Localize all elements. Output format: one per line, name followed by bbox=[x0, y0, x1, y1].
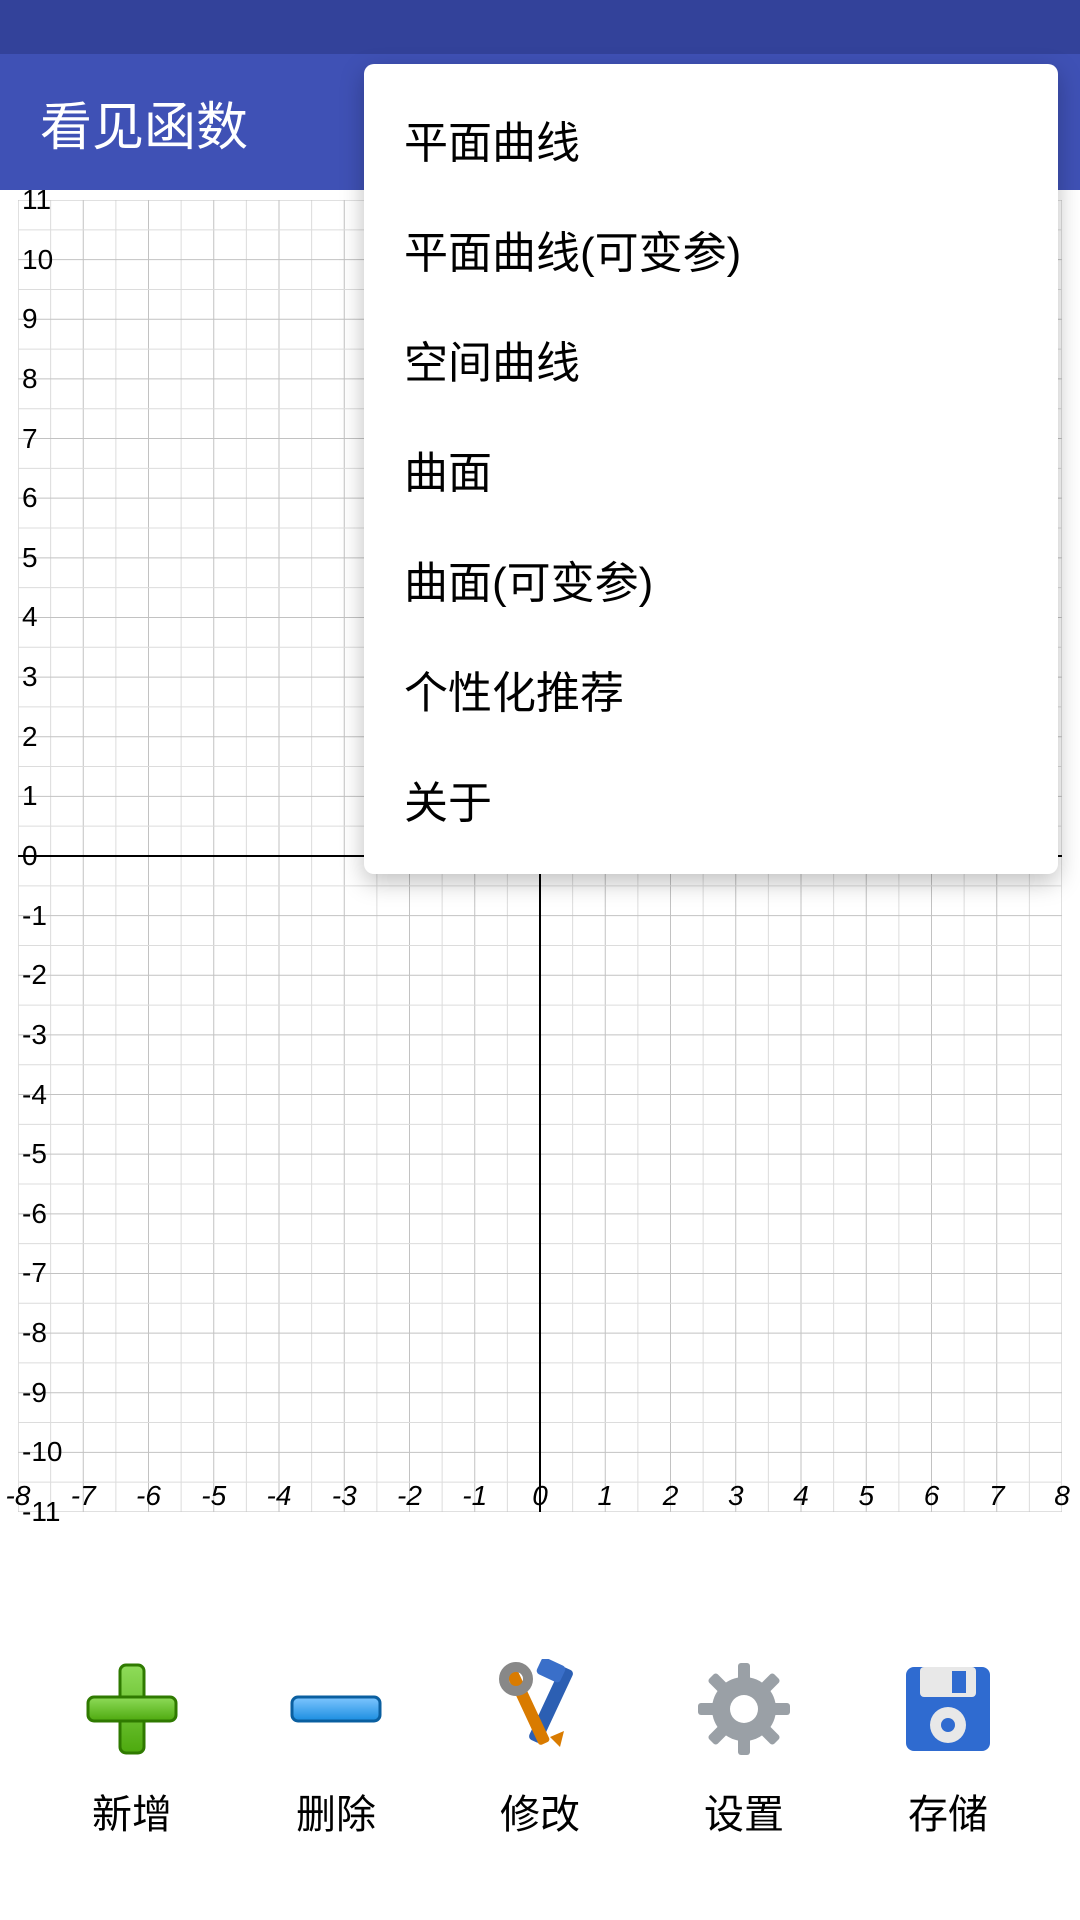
x-tick-label: 0 bbox=[532, 1480, 548, 1512]
x-tick-label: -6 bbox=[136, 1480, 161, 1512]
y-tick-label: 6 bbox=[22, 482, 38, 514]
save-button[interactable]: 存储 bbox=[858, 1654, 1038, 1840]
add-label: 新增 bbox=[92, 1782, 172, 1840]
y-tick-label: -6 bbox=[22, 1198, 47, 1230]
delete-label: 删除 bbox=[296, 1782, 376, 1840]
y-tick-label: 0 bbox=[22, 840, 38, 872]
status-bar bbox=[0, 0, 1080, 54]
save-label: 存储 bbox=[908, 1782, 988, 1840]
x-tick-label: -3 bbox=[332, 1480, 357, 1512]
menu-item-label: 曲面(可变参) bbox=[404, 547, 653, 611]
y-tick-label: 3 bbox=[22, 661, 38, 693]
y-tick-label: 2 bbox=[22, 721, 38, 753]
menu-item-label: 曲面 bbox=[404, 437, 492, 501]
edit-button[interactable]: 修改 bbox=[450, 1654, 630, 1840]
y-tick-label: 8 bbox=[22, 363, 38, 395]
x-tick-label: -7 bbox=[71, 1480, 96, 1512]
y-tick-label: -10 bbox=[22, 1436, 62, 1468]
menu-item-space-curve[interactable]: 空间曲线 bbox=[364, 304, 1058, 414]
y-tick-label: 10 bbox=[22, 244, 53, 276]
plus-icon bbox=[77, 1654, 187, 1764]
menu-item-surface-param[interactable]: 曲面(可变参) bbox=[364, 524, 1058, 634]
menu-item-plane-curve[interactable]: 平面曲线 bbox=[364, 84, 1058, 194]
settings-label: 设置 bbox=[704, 1782, 784, 1840]
x-tick-label: -5 bbox=[201, 1480, 226, 1512]
x-tick-label: -4 bbox=[267, 1480, 292, 1512]
x-tick-label: -1 bbox=[462, 1480, 487, 1512]
x-tick-label: 4 bbox=[793, 1480, 809, 1512]
menu-item-label: 空间曲线 bbox=[404, 327, 580, 391]
options-menu: 平面曲线 平面曲线(可变参) 空间曲线 曲面 曲面(可变参) 个性化推荐 关于 bbox=[364, 64, 1058, 874]
settings-button[interactable]: 设置 bbox=[654, 1654, 834, 1840]
x-tick-label: -8 bbox=[6, 1480, 31, 1512]
x-tick-label: 6 bbox=[924, 1480, 940, 1512]
y-tick-label: -8 bbox=[22, 1317, 47, 1349]
y-tick-label: -1 bbox=[22, 900, 47, 932]
x-tick-label: -2 bbox=[397, 1480, 422, 1512]
y-tick-label: -2 bbox=[22, 959, 47, 991]
menu-item-surface[interactable]: 曲面 bbox=[364, 414, 1058, 524]
x-tick-label: 1 bbox=[597, 1480, 613, 1512]
floppy-disk-icon bbox=[893, 1654, 1003, 1764]
x-tick-label: 8 bbox=[1054, 1480, 1070, 1512]
x-tick-label: 5 bbox=[858, 1480, 874, 1512]
menu-item-label: 关于 bbox=[404, 767, 492, 831]
y-tick-label: -3 bbox=[22, 1019, 47, 1051]
x-tick-label: 7 bbox=[989, 1480, 1005, 1512]
y-tick-label: 9 bbox=[22, 303, 38, 335]
y-tick-label: -5 bbox=[22, 1138, 47, 1170]
menu-item-about[interactable]: 关于 bbox=[364, 744, 1058, 854]
menu-item-label: 平面曲线(可变参) bbox=[404, 217, 741, 281]
y-tick-label: 1 bbox=[22, 780, 38, 812]
edit-label: 修改 bbox=[500, 1782, 580, 1840]
bottom-toolbar: 新增 删除 修改 bbox=[0, 1530, 1080, 1920]
y-tick-label: 11 bbox=[22, 184, 51, 216]
app-title: 看见函数 bbox=[40, 85, 248, 160]
gear-icon bbox=[689, 1654, 799, 1764]
y-tick-label: 5 bbox=[22, 542, 38, 574]
y-tick-label: 7 bbox=[22, 423, 38, 455]
menu-item-label: 个性化推荐 bbox=[404, 657, 624, 721]
x-tick-label: 3 bbox=[728, 1480, 744, 1512]
tools-icon bbox=[485, 1654, 595, 1764]
minus-icon bbox=[281, 1654, 391, 1764]
add-button[interactable]: 新增 bbox=[42, 1654, 222, 1840]
menu-item-plane-curve-param[interactable]: 平面曲线(可变参) bbox=[364, 194, 1058, 304]
delete-button[interactable]: 删除 bbox=[246, 1654, 426, 1840]
y-tick-label: 4 bbox=[22, 601, 38, 633]
y-tick-label: -7 bbox=[22, 1257, 47, 1289]
x-tick-label: 2 bbox=[663, 1480, 679, 1512]
menu-item-recommend[interactable]: 个性化推荐 bbox=[364, 634, 1058, 744]
y-tick-label: -9 bbox=[22, 1377, 47, 1409]
menu-item-label: 平面曲线 bbox=[404, 107, 580, 171]
y-tick-label: -4 bbox=[22, 1079, 47, 1111]
